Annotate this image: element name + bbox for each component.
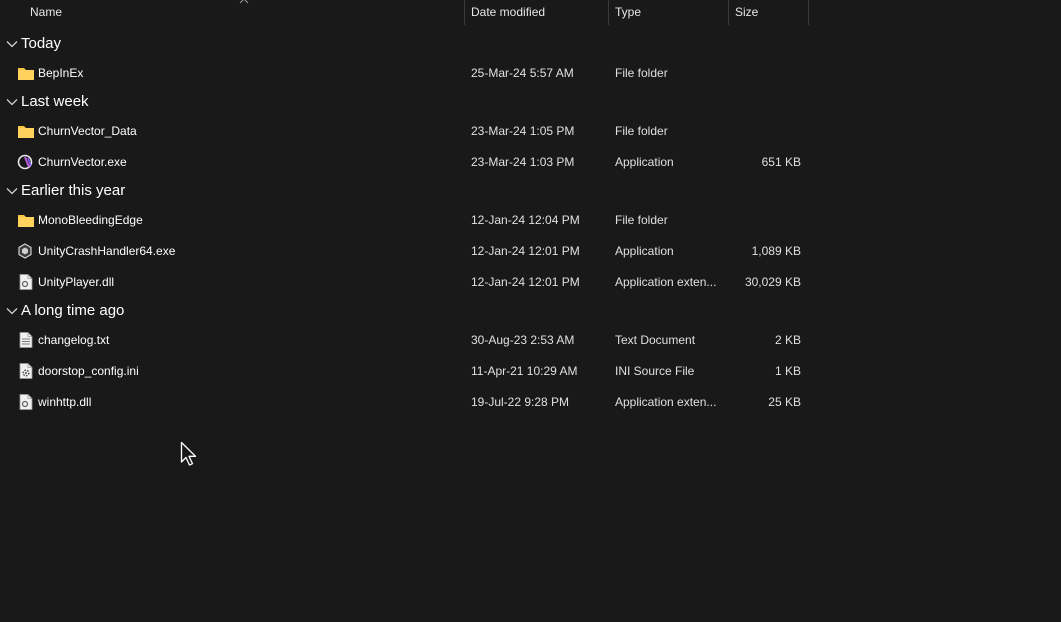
file-date-modified: 19-Jul-22 9:28 PM <box>471 395 570 409</box>
column-divider[interactable] <box>608 0 609 25</box>
file-row[interactable]: ChurnVector_Data 23-Mar-24 1:05 PM File … <box>0 116 810 146</box>
file-type: Application exten... <box>615 275 717 289</box>
file-name: ChurnVector.exe <box>38 155 127 169</box>
column-header-size[interactable]: Size <box>735 0 805 25</box>
file-row[interactable]: BepInEx 25-Mar-24 5:57 AM File folder <box>0 58 810 88</box>
group-label: A long time ago <box>21 302 125 319</box>
file-name: changelog.txt <box>38 333 110 347</box>
column-header-name[interactable]: Name <box>30 0 460 25</box>
group-header-a-long-time-ago[interactable]: A long time ago <box>0 299 810 323</box>
file-size: 25 KB <box>768 395 801 409</box>
file-name: ChurnVector_Data <box>38 124 137 138</box>
file-type: Text Document <box>615 333 696 347</box>
file-row[interactable]: doorstop_config.ini 11-Apr-21 10:29 AM I… <box>0 356 810 386</box>
file-type: File folder <box>615 213 668 227</box>
dll-file-icon <box>19 394 33 410</box>
file-size: 1 KB <box>774 364 801 378</box>
app-logo-icon <box>17 154 33 170</box>
file-size: 2 KB <box>774 333 801 347</box>
group-header-last-week[interactable]: Last week <box>0 90 810 114</box>
unity-icon <box>18 243 32 259</box>
group-label: Last week <box>21 93 89 110</box>
group-header-today[interactable]: Today <box>0 32 810 56</box>
chevron-down-icon[interactable] <box>6 307 18 315</box>
column-header-date-modified[interactable]: Date modified <box>471 0 606 25</box>
column-divider[interactable] <box>728 0 729 25</box>
file-row[interactable]: UnityCrashHandler64.exe 12-Jan-24 12:01 … <box>0 236 810 266</box>
group-header-earlier-this-year[interactable]: Earlier this year <box>0 179 810 203</box>
file-date-modified: 23-Mar-24 1:03 PM <box>471 155 575 169</box>
group-label: Earlier this year <box>21 182 126 199</box>
file-row[interactable]: MonoBleedingEdge 12-Jan-24 12:04 PM File… <box>0 205 810 235</box>
file-size: 30,029 KB <box>744 275 801 289</box>
file-date-modified: 12-Jan-24 12:04 PM <box>471 213 580 227</box>
file-row[interactable]: winhttp.dll 19-Jul-22 9:28 PM Applicatio… <box>0 387 810 417</box>
text-file-icon <box>19 332 33 348</box>
folder-icon <box>18 215 34 227</box>
file-name: UnityPlayer.dll <box>38 275 115 289</box>
file-type: File folder <box>615 124 668 138</box>
file-date-modified: 12-Jan-24 12:01 PM <box>471 244 580 258</box>
file-date-modified: 25-Mar-24 5:57 AM <box>471 66 574 80</box>
file-type: Application <box>615 244 674 258</box>
file-name: UnityCrashHandler64.exe <box>38 244 176 258</box>
chevron-down-icon[interactable] <box>6 98 18 106</box>
group-label: Today <box>21 35 62 52</box>
file-name: doorstop_config.ini <box>38 364 139 378</box>
file-type: File folder <box>615 66 668 80</box>
file-type: Application exten... <box>615 395 717 409</box>
file-date-modified: 23-Mar-24 1:05 PM <box>471 124 575 138</box>
ini-file-icon <box>19 363 33 379</box>
folder-icon <box>18 126 34 138</box>
file-date-modified: 30-Aug-23 2:53 AM <box>471 333 575 347</box>
file-row[interactable]: changelog.txt 30-Aug-23 2:53 AM Text Doc… <box>0 325 810 355</box>
column-header-type[interactable]: Type <box>615 0 725 25</box>
chevron-down-icon[interactable] <box>6 40 18 48</box>
column-header-bar: Name Date modified Type Size <box>0 0 810 25</box>
file-explorer-list: Name Date modified Type Size Today BepIn… <box>0 0 1061 622</box>
file-type: Application <box>615 155 674 169</box>
column-divider[interactable] <box>808 0 809 25</box>
mouse-pointer-icon <box>180 441 197 466</box>
file-name: MonoBleedingEdge <box>38 213 143 227</box>
file-type: INI Source File <box>615 364 695 378</box>
file-size: 651 KB <box>761 155 801 169</box>
file-row[interactable]: ChurnVector.exe 23-Mar-24 1:03 PM Applic… <box>0 147 810 177</box>
folder-icon <box>18 68 34 80</box>
file-name: BepInEx <box>38 66 84 80</box>
file-name: winhttp.dll <box>38 395 92 409</box>
dll-file-icon <box>19 274 33 290</box>
file-row[interactable]: UnityPlayer.dll 12-Jan-24 12:01 PM Appli… <box>0 267 810 297</box>
file-date-modified: 11-Apr-21 10:29 AM <box>471 364 578 378</box>
file-date-modified: 12-Jan-24 12:01 PM <box>471 275 580 289</box>
column-divider[interactable] <box>464 0 465 25</box>
file-size: 1,089 KB <box>751 244 801 258</box>
chevron-down-icon[interactable] <box>6 187 18 195</box>
